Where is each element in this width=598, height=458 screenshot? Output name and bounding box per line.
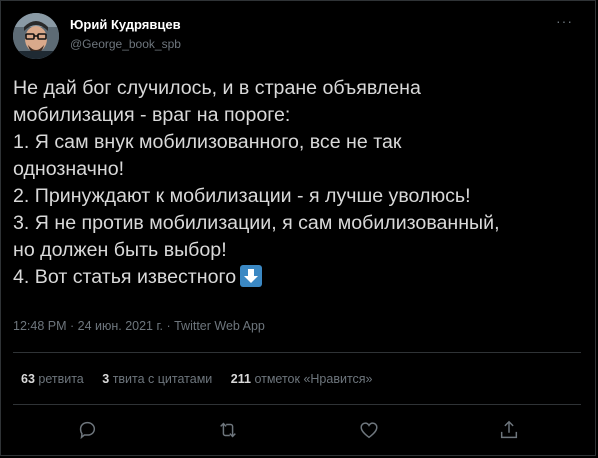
tweet-card: Юрий Кудрявцев @George_book_spb ··· Не д… [0, 0, 596, 456]
more-options-icon[interactable]: ··· [556, 13, 573, 29]
tweet-line: Не дай бог случилось, и в стране объявле… [13, 77, 421, 99]
divider [13, 352, 581, 353]
tweet-line: 1. Я сам внук мобилизованного, все не та… [13, 131, 402, 153]
quotes-label: твита с цитатами [112, 372, 213, 386]
reply-icon[interactable] [76, 419, 98, 441]
tweet-line: мобилизация - враг на пороге: [13, 104, 291, 126]
avatar[interactable] [13, 13, 59, 59]
author-handle[interactable]: @George_book_spb [70, 37, 181, 51]
likes-stat[interactable]: 211 отметок «Нравится» [231, 372, 373, 386]
quotes-count: 3 [102, 372, 110, 386]
divider [13, 404, 581, 405]
likes-count: 211 [230, 372, 251, 386]
tweet-timestamp[interactable]: 12:48 PM · 24 июн. 2021 г. · Twitter Web… [13, 319, 265, 333]
likes-label: отметок «Нравится» [254, 372, 373, 386]
tweet-line: но должен быть выбор! [13, 239, 227, 261]
down-arrow-emoji-icon [240, 265, 263, 287]
tweet-line: 2. Принуждают к мобилизации - я лучше ув… [13, 185, 471, 207]
tweet-line: 4. Вот статья известного [13, 266, 237, 288]
retweets-label: ретвита [38, 372, 84, 386]
retweets-count: 63 [21, 372, 35, 386]
tweet-line: однозначно! [13, 158, 125, 180]
author-name[interactable]: Юрий Кудрявцев [70, 17, 181, 32]
retweet-icon[interactable] [217, 419, 239, 441]
quotes-stat[interactable]: 3 твита с цитатами [102, 372, 212, 386]
share-icon[interactable] [498, 419, 520, 441]
tweet-line: 3. Я не против мобилизации, я сам мобили… [13, 212, 500, 234]
tweet-text: Не дай бог случилось, и в стране объявле… [13, 75, 588, 291]
engagement-stats: 63 ретвита 3 твита с цитатами 211 отмето… [21, 372, 388, 386]
like-icon[interactable] [358, 419, 380, 441]
tweet-line-with-emoji: 4. Вот статья известного [13, 264, 588, 291]
retweets-stat[interactable]: 63 ретвита [21, 372, 84, 386]
